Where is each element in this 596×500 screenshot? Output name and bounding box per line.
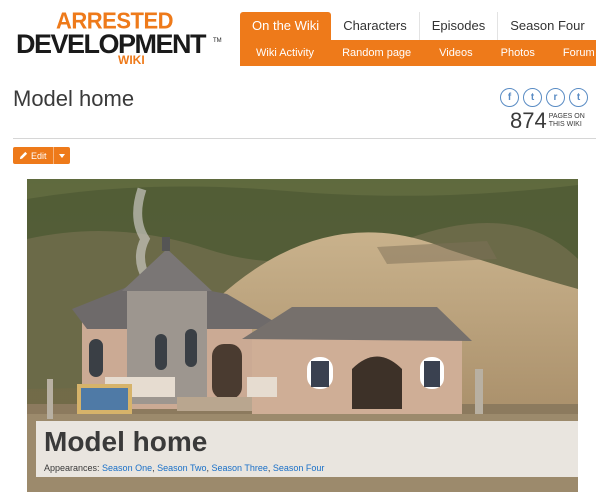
edit-button-label: Edit <box>31 150 47 161</box>
tab-season-four[interactable]: Season Four <box>498 12 596 40</box>
link-season-two[interactable]: Season Two <box>157 463 206 473</box>
nav-tabs: On the Wiki Characters Episodes Season F… <box>240 12 596 40</box>
page-count-number: 874 <box>510 108 547 133</box>
page-title: Model home <box>13 86 135 111</box>
site-header: ARRESTED DEVELOPMENT WIKI TM On the Wiki… <box>0 0 596 70</box>
page-count-label-2: THIS WIKI <box>548 121 582 128</box>
logo-line-3: WIKI <box>118 53 145 67</box>
social-share: f t r t <box>500 88 588 107</box>
link-season-one[interactable]: Season One <box>102 463 152 473</box>
facebook-icon[interactable]: f <box>500 88 519 107</box>
page-count-label: PAGES ON THIS WIKI <box>549 113 585 129</box>
main-nav: On the Wiki Characters Episodes Season F… <box>240 12 596 66</box>
submenu-wiki-activity[interactable]: Wiki Activity <box>240 40 328 66</box>
tumblr-icon[interactable]: t <box>569 88 588 107</box>
tab-on-the-wiki[interactable]: On the Wiki <box>240 12 332 40</box>
title-divider <box>13 138 596 139</box>
wiki-logo[interactable]: ARRESTED DEVELOPMENT WIKI TM <box>16 9 222 67</box>
submenu-photos[interactable]: Photos <box>487 40 549 66</box>
reddit-icon[interactable]: r <box>546 88 565 107</box>
logo-line-2: DEVELOPMENT <box>16 29 207 59</box>
submenu-videos[interactable]: Videos <box>425 40 486 66</box>
hero-image: Model home Appearances: Season One, Seas… <box>27 179 578 492</box>
hero-title: Model home <box>44 426 208 457</box>
appearances-label: Appearances: <box>44 463 103 473</box>
edit-dropdown-button[interactable] <box>54 147 70 164</box>
tab-episodes[interactable]: Episodes <box>420 12 499 40</box>
page-count-label-1: PAGES ON <box>548 113 585 120</box>
pencil-icon <box>19 151 28 160</box>
submenu-forum[interactable]: Forum <box>549 40 596 66</box>
link-season-three[interactable]: Season Three <box>212 463 268 473</box>
submenu-random-page[interactable]: Random page <box>328 40 425 66</box>
nav-submenu: Wiki Activity Random page Videos Photos … <box>240 40 596 66</box>
edit-button-group: Edit <box>13 147 70 164</box>
chevron-down-icon <box>58 153 65 158</box>
page-count: 874 PAGES ON THIS WIKI <box>510 110 585 132</box>
twitter-icon[interactable]: t <box>523 88 542 107</box>
logo-trademark: TM <box>213 38 222 44</box>
appearances-line: Appearances: Season One, Season Two, Sea… <box>44 463 324 473</box>
tab-characters[interactable]: Characters <box>331 12 420 40</box>
hero-caption: Model home Appearances: Season One, Seas… <box>36 421 578 477</box>
edit-button[interactable]: Edit <box>13 147 54 164</box>
link-season-four[interactable]: Season Four <box>273 463 325 473</box>
